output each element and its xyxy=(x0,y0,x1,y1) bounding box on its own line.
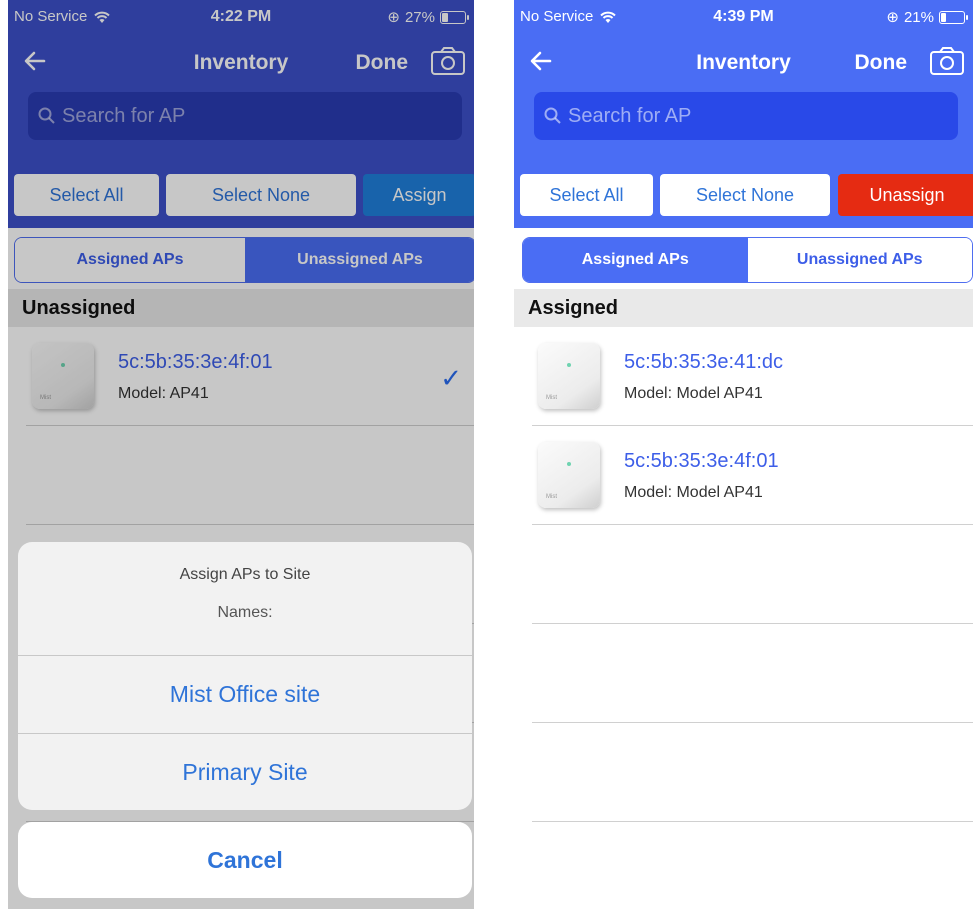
ap-list: Mist 5c:5b:35:3e:41:dc Model: Model AP41… xyxy=(514,327,973,822)
toolbar: Select All Select None Unassign xyxy=(514,160,973,228)
action-sheet: Assign APs to Site Names: Mist Office si… xyxy=(18,542,472,810)
ap-model: Model: Model AP41 xyxy=(624,484,763,501)
tab-unassigned-aps[interactable]: Unassigned APs xyxy=(747,238,972,282)
select-all-button[interactable]: Select All xyxy=(520,174,653,216)
ap-mac: 5c:5b:35:3e:41:dc xyxy=(624,351,784,373)
list-item[interactable]: Mist 5c:5b:35:3e:4f:01 Model: Model AP41 xyxy=(532,426,973,525)
unassign-button[interactable]: Unassign xyxy=(838,174,973,216)
sheet-title: Assign APs to Site xyxy=(179,566,311,583)
battery-percent: 21% xyxy=(903,8,934,26)
left-screen: No Service 4:22 PM ⊕ 27% Inventory Done … xyxy=(8,0,474,909)
search-placeholder: Search for AP xyxy=(568,104,692,127)
select-none-button[interactable]: Select None xyxy=(660,174,830,216)
access-point-image: Mist xyxy=(538,343,600,409)
empty-row xyxy=(532,723,973,822)
tab-assigned-aps[interactable]: Assigned APs xyxy=(523,238,748,282)
right-screen: No Service 4:39 PM ⊕ 21% Inventory Done … xyxy=(514,0,973,909)
empty-row xyxy=(532,624,973,723)
site-option-primary[interactable]: Primary Site xyxy=(18,733,472,810)
ap-model: Model: Model AP41 xyxy=(624,385,763,402)
status-bar: No Service 4:39 PM ⊕ 21% xyxy=(514,0,973,36)
battery-icon xyxy=(939,10,968,24)
site-option-mist-office[interactable]: Mist Office site xyxy=(18,655,472,733)
done-button[interactable]: Done xyxy=(855,51,908,75)
section-header: Assigned xyxy=(514,289,973,327)
sheet-names-label: Names: xyxy=(217,604,273,621)
empty-row xyxy=(532,525,973,624)
search-input[interactable]: Search for AP xyxy=(534,92,958,140)
tab-switcher: Assigned APs Unassigned APs xyxy=(522,237,973,283)
orientation-lock-icon: ⊕ xyxy=(886,9,899,26)
header: No Service 4:39 PM ⊕ 21% Inventory Done … xyxy=(514,0,973,160)
ap-mac: 5c:5b:35:3e:4f:01 xyxy=(624,450,779,472)
search-icon xyxy=(544,107,561,124)
access-point-image: Mist xyxy=(538,442,600,508)
nav-bar: Inventory Done xyxy=(514,38,973,86)
list-item[interactable]: Mist 5c:5b:35:3e:41:dc Model: Model AP41 xyxy=(532,327,973,426)
camera-icon[interactable] xyxy=(929,46,965,76)
cancel-button[interactable]: Cancel xyxy=(18,822,472,898)
